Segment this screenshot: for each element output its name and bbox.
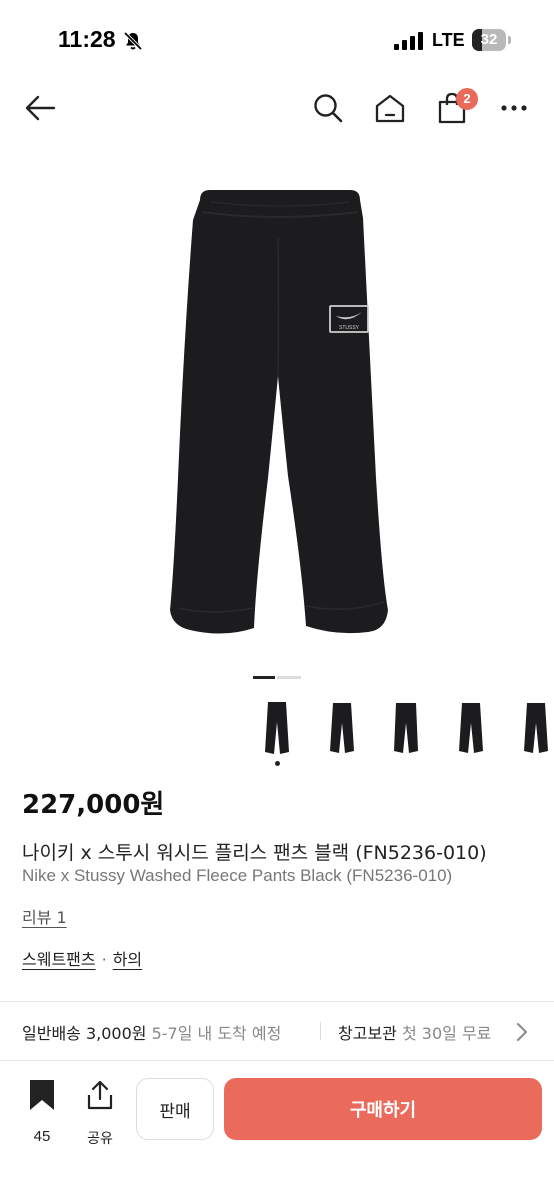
- share-icon: [87, 1080, 113, 1110]
- slide-indicator: [277, 676, 301, 679]
- home-button[interactable]: [368, 80, 412, 136]
- standard-shipping-eta: 5-7일 내 도착 예정: [151, 1024, 282, 1043]
- category-sweatpants-link[interactable]: 스웨트팬츠: [22, 950, 96, 969]
- chevron-right-icon: [517, 1023, 527, 1041]
- thumbnail-1[interactable]: [247, 692, 307, 764]
- battery-icon: 32: [472, 29, 512, 51]
- standard-shipping: 일반배송 3,000원 5-7일 내 도착 예정: [22, 1020, 281, 1044]
- thumbnail-selected-dot: [275, 761, 280, 766]
- thumbnail-list: [0, 692, 554, 772]
- shipping-divider: [320, 1022, 321, 1040]
- standard-shipping-label: 일반배송 3,000원: [22, 1024, 147, 1043]
- product-price: 227,000원: [22, 790, 165, 820]
- warehouse-storage: 창고보관 첫 30일 무료: [338, 1020, 491, 1044]
- shipping-options-row[interactable]: 일반배송 3,000원 5-7일 내 도착 예정 창고보관 첫 30일 무료: [0, 1002, 554, 1060]
- category-breadcrumb: 스웨트팬츠 · 하의: [22, 946, 142, 970]
- bell-off-icon: [123, 31, 143, 51]
- bottom-action-bar: 45 공유 판매 구매하기: [0, 1066, 554, 1200]
- search-button[interactable]: [306, 80, 350, 136]
- status-bar: 11:28 LTE 32: [0, 0, 554, 70]
- warehouse-storage-label: 창고보관: [338, 1024, 397, 1043]
- product-name-ko: 나이키 x 스투시 워시드 플리스 팬츠 블랙 (FN5236-010): [22, 842, 487, 864]
- top-nav: 2: [0, 80, 554, 136]
- back-arrow-icon: [25, 95, 56, 121]
- network-type: LTE: [432, 30, 465, 50]
- thumbnail-3[interactable]: [376, 692, 436, 764]
- divider: [0, 1060, 554, 1061]
- product-name-en: Nike x Stussy Washed Fleece Pants Black …: [22, 866, 453, 885]
- more-icon: [501, 105, 527, 111]
- signal-icon: [394, 32, 423, 50]
- back-button[interactable]: [18, 80, 62, 136]
- review-link[interactable]: 리뷰 1: [22, 904, 67, 928]
- category-separator: ·: [101, 950, 107, 969]
- slide-indicator-active: [253, 676, 275, 679]
- home-icon: [375, 94, 405, 123]
- category-bottoms-link[interactable]: 하의: [113, 950, 142, 969]
- share-label: 공유: [87, 1131, 113, 1147]
- bookmark-count: 45: [33, 1128, 51, 1145]
- warehouse-storage-detail: 첫 30일 무료: [401, 1024, 492, 1043]
- svg-text:STUSSY: STUSSY: [339, 325, 360, 331]
- cart-button[interactable]: 2: [430, 80, 478, 136]
- share-button[interactable]: 공유: [78, 1080, 122, 1147]
- search-icon: [314, 94, 343, 123]
- sell-button[interactable]: 판매: [136, 1078, 214, 1140]
- thumbnail-4[interactable]: [441, 692, 501, 764]
- bookmark-button[interactable]: 45: [20, 1080, 64, 1145]
- bookmark-icon: [30, 1080, 54, 1110]
- thumbnail-2[interactable]: [312, 692, 372, 764]
- product-image[interactable]: STUSSY: [150, 178, 404, 648]
- more-button[interactable]: [492, 80, 536, 136]
- thumbnail-5[interactable]: [506, 692, 554, 764]
- cart-count-badge: 2: [456, 88, 478, 110]
- status-time: 11:28: [58, 26, 116, 52]
- battery-level: 32: [480, 31, 498, 48]
- buy-button[interactable]: 구매하기: [224, 1078, 542, 1140]
